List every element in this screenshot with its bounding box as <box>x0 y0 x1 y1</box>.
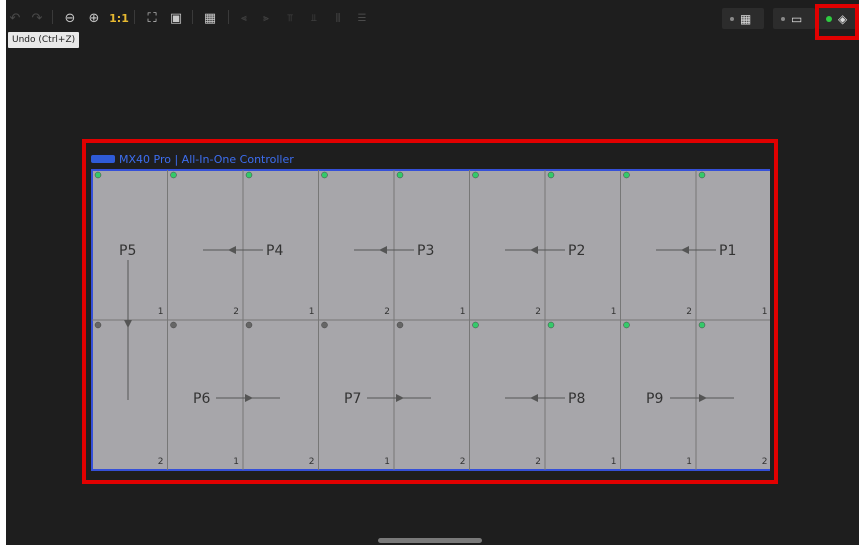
align-left-icon[interactable]: ⫷ <box>238 9 250 27</box>
fullscreen-icon[interactable]: ▣ <box>168 9 184 27</box>
toolbar-separator <box>52 10 53 24</box>
toolbar: ↶ ↷ ⊖ ⊕ 1:1 ⛶ ▣ ▦ ⫷ ⫸ ⫪ ⫫ ⫼ ☰ ▦ ▭ ◈ <box>6 0 859 34</box>
toolbar-separator <box>228 10 229 24</box>
undo-icon[interactable]: ↶ <box>8 9 22 27</box>
redo-icon[interactable]: ↷ <box>30 9 44 27</box>
table-view-icon: ▦ <box>740 11 752 26</box>
fit-screen-icon[interactable]: ⛶ <box>144 9 160 27</box>
preview-icon: ▭ <box>791 11 803 26</box>
table-view-toggle[interactable]: ▦ <box>722 8 764 29</box>
canvas-highlight-box <box>82 139 778 484</box>
toolbar-separator <box>134 10 135 24</box>
align-top-icon[interactable]: ⫪ <box>284 9 296 27</box>
layers-highlight-box <box>815 4 859 40</box>
align-bottom-icon[interactable]: ⫫ <box>308 9 320 27</box>
status-dot <box>730 16 734 21</box>
zoom-in-icon[interactable]: ⊕ <box>86 9 102 27</box>
preview-toggle[interactable]: ▭ <box>773 8 815 29</box>
status-dot <box>781 16 785 21</box>
zoom-out-icon[interactable]: ⊖ <box>62 9 78 27</box>
grid-icon[interactable]: ▦ <box>202 9 218 27</box>
distribute-horizontal-icon[interactable]: ⫼ <box>332 9 344 27</box>
toolbar-separator <box>192 10 193 24</box>
distribute-vertical-icon[interactable]: ☰ <box>356 9 368 27</box>
horizontal-scrollbar[interactable] <box>378 538 482 543</box>
zoom-1-1-button[interactable]: 1:1 <box>109 9 129 27</box>
align-right-icon[interactable]: ⫸ <box>260 9 272 27</box>
undo-tooltip: Undo (Ctrl+Z) <box>8 32 80 48</box>
